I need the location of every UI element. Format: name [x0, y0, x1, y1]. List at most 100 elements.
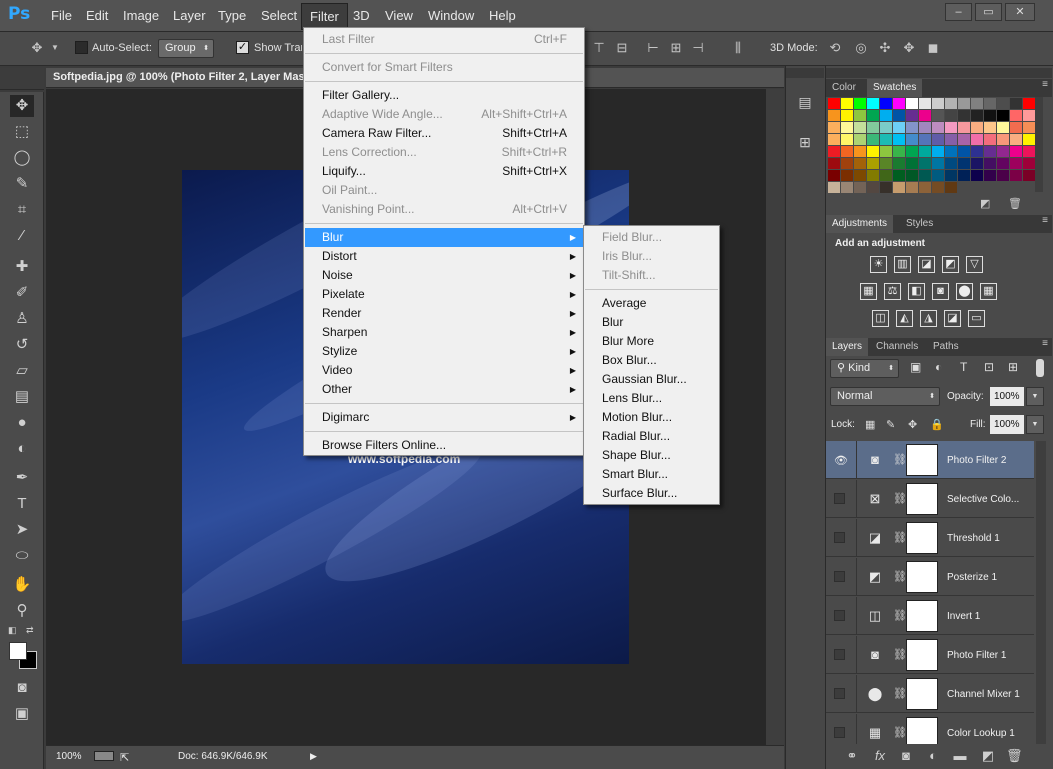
pen-tool-icon[interactable]: ✒: [10, 467, 34, 489]
color-swatch[interactable]: [1010, 122, 1022, 133]
layer-mask-thumbnail[interactable]: [906, 561, 938, 593]
color-swatch[interactable]: [893, 134, 905, 145]
hand-tool-icon[interactable]: ✋: [10, 574, 34, 596]
color-swatch[interactable]: [1010, 134, 1022, 145]
filter-menu-item[interactable]: Pixelate ▶: [305, 285, 583, 304]
vertical-scrollbar[interactable]: [766, 89, 784, 745]
color-swatch[interactable]: [841, 182, 853, 193]
filter-menu-item[interactable]: Liquify... Shift+Ctrl+X: [305, 162, 583, 181]
link-icon[interactable]: ⛓: [893, 726, 907, 739]
filter-type-icon[interactable]: T: [960, 360, 967, 374]
menu-filter[interactable]: Filter: [301, 3, 348, 30]
adjustment-layer-icon[interactable]: ⊠: [865, 490, 885, 508]
color-swatch[interactable]: [945, 170, 957, 181]
fill-input[interactable]: 100%: [990, 415, 1024, 434]
color-swatch[interactable]: [1023, 98, 1035, 109]
color-swatch[interactable]: [971, 110, 983, 121]
filter-menu-item[interactable]: Render ▶: [305, 304, 583, 323]
color-swatch[interactable]: [906, 182, 918, 193]
color-swatch[interactable]: [1023, 146, 1035, 157]
layer-mask-thumbnail[interactable]: [906, 678, 938, 710]
color-swatch[interactable]: [984, 110, 996, 121]
filter-shape-icon[interactable]: ⊡: [984, 360, 994, 374]
layer-row[interactable]: ◩ ⛓ Posterize 1: [826, 558, 1034, 596]
history-panel-icon[interactable]: ▤: [793, 90, 817, 114]
layer-mask-thumbnail[interactable]: [906, 522, 938, 554]
blur-menu-item[interactable]: Average: [585, 294, 718, 313]
color-swatch[interactable]: [945, 182, 957, 193]
layer-mask-thumbnail[interactable]: [906, 717, 938, 744]
color-swatch[interactable]: [828, 110, 840, 121]
adjustment-icon[interactable]: ◭: [896, 310, 913, 327]
adjustment-icon[interactable]: ◫: [872, 310, 889, 327]
layer-name[interactable]: Photo Filter 1: [947, 650, 1006, 661]
layer-name[interactable]: Threshold 1: [947, 533, 1000, 544]
color-swatch[interactable]: [906, 158, 918, 169]
color-swatch[interactable]: [958, 146, 970, 157]
color-swatch[interactable]: [958, 98, 970, 109]
color-swatch[interactable]: [867, 158, 879, 169]
color-swatch[interactable]: [997, 146, 1009, 157]
align-top-icon[interactable]: ⊤: [591, 40, 607, 56]
color-swatch[interactable]: [919, 170, 931, 181]
adjustment-icon[interactable]: ▦: [860, 283, 877, 300]
color-swatch[interactable]: [997, 158, 1009, 169]
menu-file[interactable]: File: [43, 0, 80, 32]
foreground-color-swatch[interactable]: [9, 642, 27, 660]
color-swatch[interactable]: [1023, 134, 1035, 145]
adjustment-icon[interactable]: ◪: [944, 310, 961, 327]
3d-rotate-icon[interactable]: ⟲: [827, 40, 843, 56]
adjustment-icon[interactable]: ◩: [942, 256, 959, 273]
adjustment-layer-icon[interactable]: ◫: [865, 607, 885, 625]
lock-transparency-icon[interactable]: ▦: [865, 418, 875, 431]
color-swatch[interactable]: [893, 122, 905, 133]
visibility-toggle[interactable]: [834, 649, 845, 660]
adjustment-icon[interactable]: ⬤: [956, 283, 973, 300]
color-swatch[interactable]: [932, 110, 944, 121]
tab-adjustments[interactable]: Adjustments: [826, 215, 894, 233]
color-swatch[interactable]: [828, 122, 840, 133]
filter-menu-item[interactable]: Filter Gallery...: [305, 86, 583, 105]
filter-menu-item[interactable]: Digimarc ▶: [305, 408, 583, 427]
dock-grip[interactable]: [786, 68, 824, 78]
adjustment-layer-icon[interactable]: ◙: [865, 451, 885, 469]
3d-slide-icon[interactable]: ✥: [901, 40, 917, 56]
filter-menu-item[interactable]: Noise ▶: [305, 266, 583, 285]
color-swatch[interactable]: [841, 158, 853, 169]
color-swatch[interactable]: [854, 158, 866, 169]
adjustment-icon[interactable]: ◧: [908, 283, 925, 300]
auto-select-dropdown[interactable]: Group ⬍: [158, 39, 214, 58]
lasso-tool-icon[interactable]: ◯: [10, 147, 34, 169]
default-colors-icon[interactable]: ◧: [8, 625, 20, 635]
color-swatch[interactable]: [906, 110, 918, 121]
zoom-level[interactable]: 100%: [56, 751, 82, 762]
color-swatch[interactable]: [906, 146, 918, 157]
visibility-toggle[interactable]: [834, 727, 845, 738]
history-brush-tool-icon[interactable]: ↺: [10, 334, 34, 356]
3d-pan-icon[interactable]: ✣: [877, 40, 893, 56]
delete-layer-icon[interactable]: 🗑: [1006, 748, 1023, 764]
status-menu-arrow-icon[interactable]: ▶: [310, 751, 317, 762]
filter-menu-item[interactable]: Stylize ▶: [305, 342, 583, 361]
color-swatch[interactable]: [841, 134, 853, 145]
path-select-tool-icon[interactable]: ➤: [10, 519, 34, 541]
eyedropper-tool-icon[interactable]: ⁄: [10, 225, 34, 247]
adjustment-layer-icon[interactable]: ▦: [865, 724, 885, 742]
chevron-down-icon[interactable]: ▼: [50, 40, 60, 56]
filter-menu-item[interactable]: Other ▶: [305, 380, 583, 399]
layer-row[interactable]: ◪ ⛓ Threshold 1: [826, 519, 1034, 557]
filter-menu-item[interactable]: Sharpen ▶: [305, 323, 583, 342]
layer-mask-thumbnail[interactable]: [906, 639, 938, 671]
adjustment-icon[interactable]: ▭: [968, 310, 985, 327]
filter-menu-item[interactable]: Camera Raw Filter... Shift+Ctrl+A: [305, 124, 583, 143]
properties-panel-icon[interactable]: ⊞: [793, 130, 817, 154]
color-swatch[interactable]: [945, 110, 957, 121]
zoom-tool-icon[interactable]: ⚲: [10, 600, 34, 622]
color-swatch[interactable]: [919, 122, 931, 133]
auto-select-checkbox[interactable]: [75, 41, 88, 54]
color-swatch[interactable]: [971, 146, 983, 157]
tab-swatches[interactable]: Swatches: [867, 79, 923, 97]
layer-row[interactable]: ◫ ⛓ Invert 1: [826, 597, 1034, 635]
filter-menu-item[interactable]: Video ▶: [305, 361, 583, 380]
blur-tool-icon[interactable]: ●: [10, 412, 34, 434]
